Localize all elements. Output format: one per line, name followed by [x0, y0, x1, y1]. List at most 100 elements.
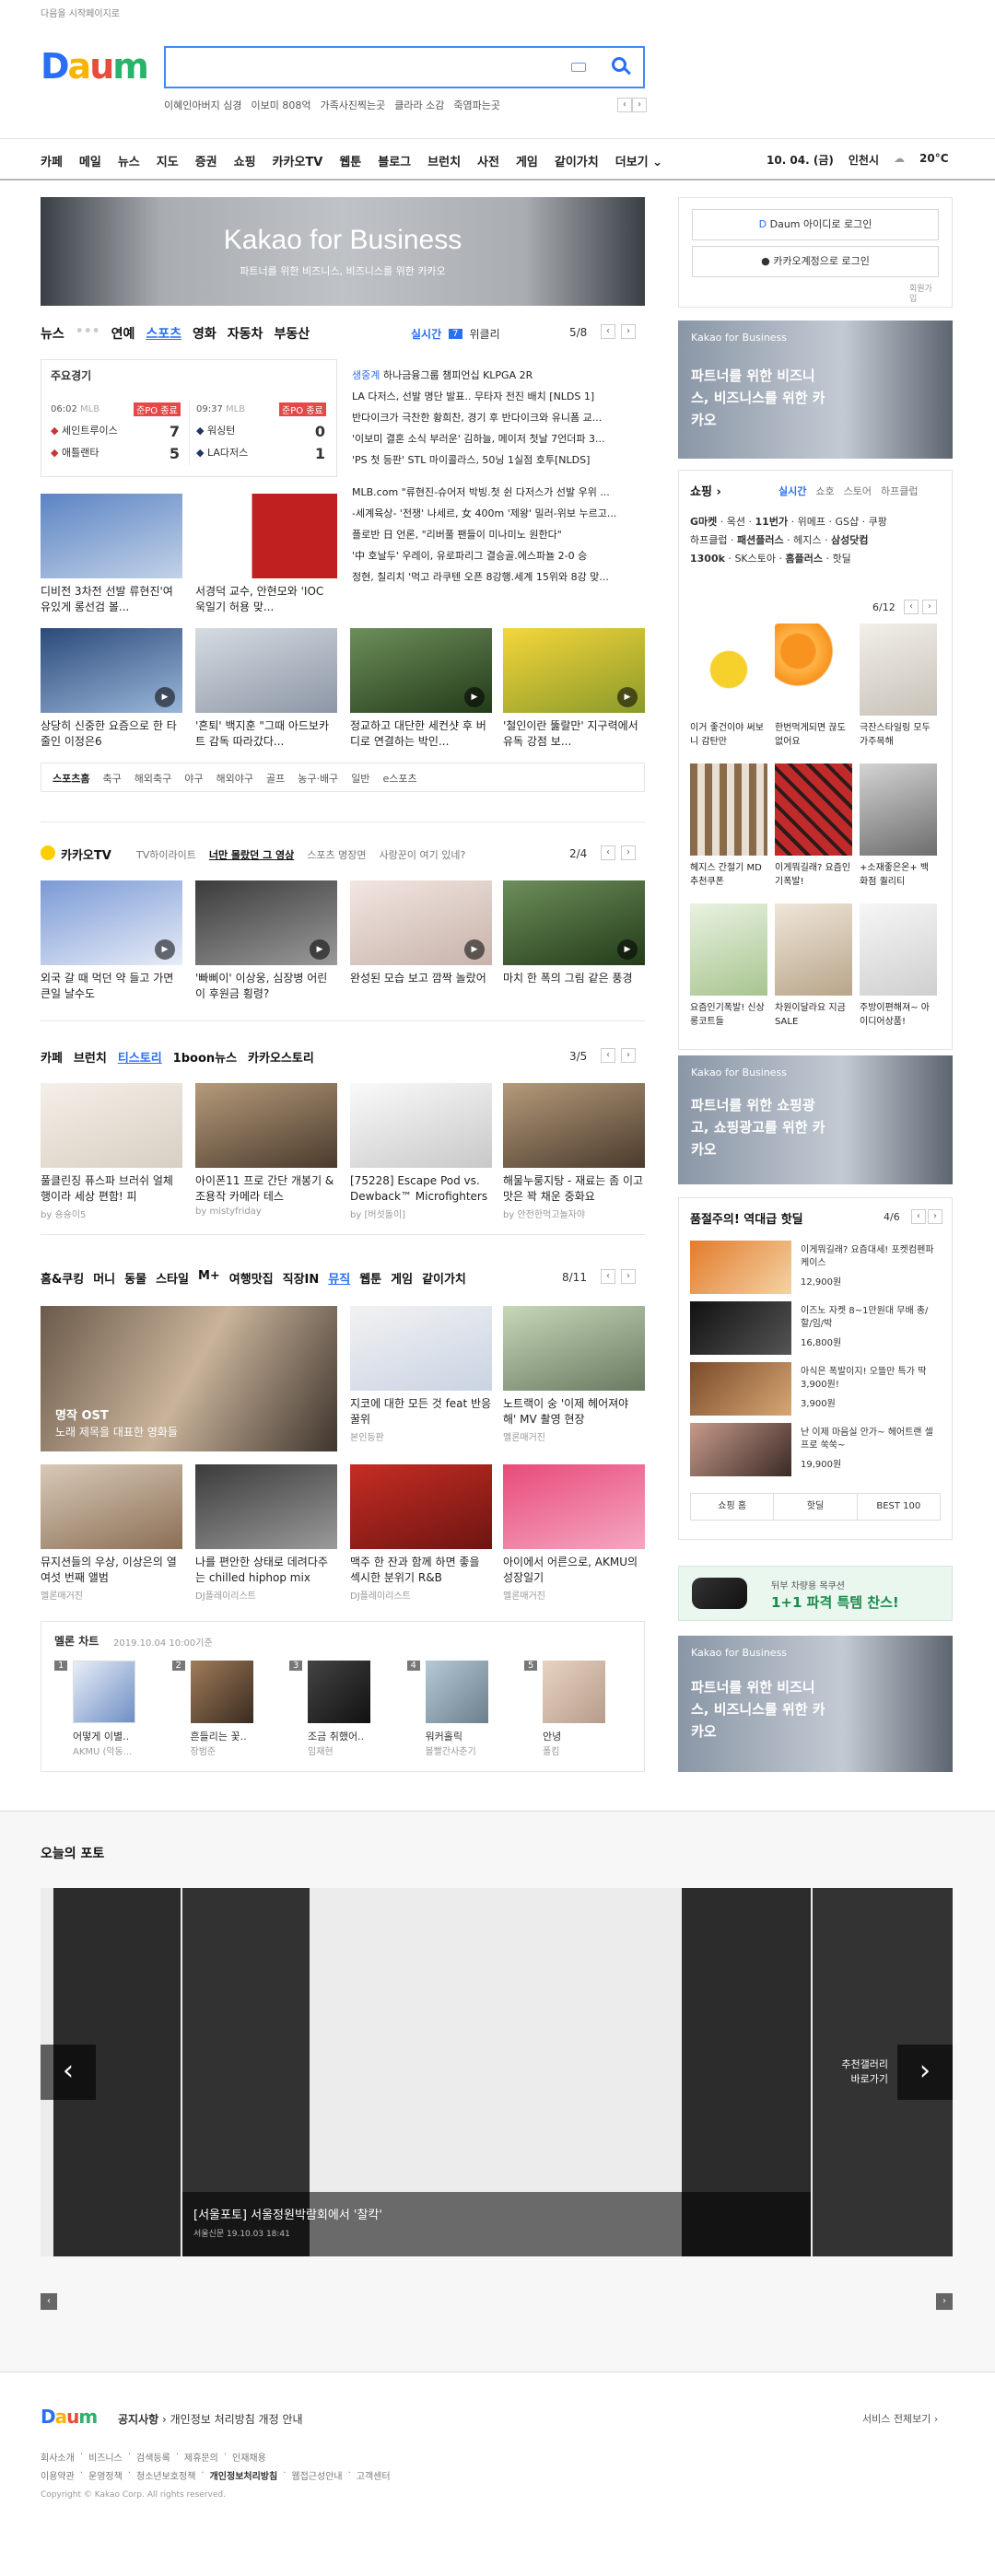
set-home-link[interactable]: 다음을 시작페이지로 [41, 6, 120, 19]
footer-link[interactable]: 이용약관 [41, 2468, 75, 2482]
keyword-prev-button[interactable]: ‹ [617, 98, 632, 112]
news-photo[interactable]: ▶ [503, 628, 645, 713]
shop-link[interactable]: G마켓 [690, 516, 717, 528]
shop-item-caption[interactable]: 요즘인기폭발! 신상롱코트들 [690, 1001, 767, 1032]
home-tab[interactable]: M+ [198, 1269, 220, 1287]
news-photo-caption[interactable]: '철인이란 뚫랄만' 지구력에서 유독 강점 보... [503, 718, 645, 750]
tab-car[interactable]: 자동차 [228, 324, 263, 343]
kakaotv-tab[interactable]: 사랑꾼이 여기 있네? [380, 847, 466, 862]
hotdeal-link[interactable]: 핫딜 [774, 1494, 858, 1520]
footer-link[interactable]: 회사소개 [41, 2450, 75, 2464]
home-tab[interactable]: 홈&쿠킹 [41, 1269, 84, 1287]
footer-link[interactable]: 비즈니스 [88, 2450, 123, 2464]
shop-item-image[interactable] [860, 763, 937, 856]
cafe-thumb[interactable] [503, 1083, 645, 1168]
video-thumb[interactable]: ▶ [195, 880, 337, 965]
music-thumb[interactable] [350, 1306, 492, 1391]
photo-page-next-button[interactable]: › [936, 2293, 953, 2310]
gnb-item[interactable]: 증권 [195, 152, 217, 169]
tab-movie[interactable]: 영화 [193, 324, 217, 343]
sports-link[interactable]: 농구·배구 [298, 771, 338, 785]
tab-kakaostory[interactable]: 카카오스토리 [248, 1048, 314, 1066]
shopping-home-link[interactable]: 쇼핑 홈 [691, 1494, 775, 1520]
right-ad-3[interactable]: Kakao for Business 파트너를 위한 비즈니스, 비즈니스를 위… [678, 1636, 953, 1772]
cafe-next-button[interactable]: › [621, 1048, 636, 1063]
scoreboard[interactable]: 주요경기 06:02 MLB 준PO 종료 ◆ 세인트루이스 7 ◆ 애틀랜타 5 … [41, 359, 337, 477]
shopping-tab[interactable]: 쇼호 [815, 484, 834, 498]
shop-link[interactable]: 옥션 [727, 516, 745, 528]
news-photo[interactable] [41, 494, 182, 578]
video-caption[interactable]: 마치 한 폭의 그림 같은 풍경 [503, 971, 645, 1002]
sports-link[interactable]: 야구 [184, 771, 203, 785]
shop-item-image[interactable] [860, 903, 937, 996]
shop-item-image[interactable] [690, 624, 767, 716]
tab-realestate[interactable]: 부동산 [274, 324, 310, 343]
shop-link[interactable]: 홈플러스 [786, 553, 823, 565]
headline[interactable]: '이보미 결혼 소식 부러운' 김하늘, 메이저 첫날 7언더파 3... [352, 428, 645, 449]
hotdeal-prev-button[interactable]: ‹ [911, 1209, 926, 1224]
shopping-next-button[interactable]: › [922, 600, 937, 614]
footer-link[interactable]: 운영정책 [88, 2468, 123, 2482]
music-feature-card[interactable]: 명작 OST 노래 제목을 대표한 영화들 [41, 1306, 337, 1451]
shop-item-caption[interactable]: 헤지스 간절기 MD추천쿠폰 [690, 861, 767, 892]
hotdeal-image[interactable] [690, 1423, 791, 1476]
kakaotv-tab[interactable]: 너만 몰랐던 그 영상 [209, 847, 294, 862]
news-photo[interactable] [195, 628, 337, 713]
kakaotv-tab[interactable]: TV하이라이트 [136, 847, 196, 862]
shop-item-image[interactable] [860, 624, 937, 716]
cafe-thumb[interactable] [350, 1083, 492, 1168]
shop-item-caption[interactable]: +소재좋은온+ 백화점 퀄리티 [860, 861, 937, 892]
shop-item-image[interactable] [690, 763, 767, 856]
daum-login-button[interactable]: D Daum 아이디로 로그인 [692, 209, 939, 240]
home-tab[interactable]: 웹툰 [359, 1269, 381, 1287]
cafe-caption[interactable]: 해물누룽지탕 - 재료는 좀 이고 맛은 꽉 채운 중화요 [503, 1173, 645, 1205]
gnb-item[interactable]: 블로그 [378, 152, 411, 169]
keyword[interactable]: 이혜인아버지 심경 [164, 98, 241, 112]
gnb-item[interactable]: 쇼핑 [234, 152, 256, 169]
shop-item-image[interactable] [775, 763, 852, 856]
kakaotv-tab[interactable]: 스포츠 명장면 [307, 847, 366, 862]
video-thumb[interactable]: ▶ [350, 880, 492, 965]
chart-item[interactable]: 4 워커홀릭 볼빨간사춘기 [406, 1661, 509, 1757]
promo-banner[interactable]: 뒤부 차량용 목쿠션 1+1 파격 특템 찬스! [678, 1566, 953, 1621]
music-caption[interactable]: 지코에 대한 모든 것 feat 반응 꿀위 [350, 1396, 492, 1428]
cafe-caption[interactable]: 풀클린징 퓨스파 브러쉬 얼체행이라 세상 편함! 피 [41, 1173, 182, 1205]
sports-link[interactable]: 해외야구 [216, 771, 252, 785]
photo-caption[interactable]: [서울포토] 서울정원박람회에서 '찰칵' [193, 2205, 382, 2222]
sports-link[interactable]: e스포츠 [382, 771, 416, 785]
home-tab[interactable]: 게임 [391, 1269, 413, 1287]
news-photo[interactable]: ▶ [41, 628, 182, 713]
footer-link[interactable]: 청소년보호정책 [136, 2468, 195, 2482]
kakaotv-prev-button[interactable]: ‹ [601, 845, 615, 860]
music-caption[interactable]: 뮤지션들의 우상, 이상은의 열여섯 번째 앨범 [41, 1555, 182, 1586]
keyword-next-button[interactable]: › [632, 98, 647, 112]
recommend-gallery-link[interactable]: 추천갤러리 바로가기 [824, 2057, 888, 2087]
home-tab[interactable]: 여행맛집 [229, 1269, 274, 1287]
cafe-thumb[interactable] [41, 1083, 182, 1168]
daum-logo[interactable]: Daum [41, 46, 149, 87]
notice-link[interactable]: 공지사항 › 개인정보 처리방침 개정 안내 [118, 2411, 303, 2427]
shop-item-caption[interactable]: 한번먹게되면 끊도없어요 [775, 721, 852, 752]
hotdeal-caption[interactable]: 아식은 폭발이지! 오뜰만 특가 딱3,900원! [801, 1366, 939, 1392]
news-photo[interactable] [195, 494, 337, 578]
sports-link[interactable]: 스포츠홈 [53, 771, 89, 785]
home-tab[interactable]: 머니 [93, 1269, 115, 1287]
music-thumb[interactable] [195, 1464, 337, 1549]
news-photo-caption[interactable]: 디비전 3차전 선발 류현진'여유있게 롱선검 볼... [41, 584, 182, 615]
shop-item-caption[interactable]: 이거 좋건이야 써보니 감탄만 [690, 721, 767, 752]
kakao-login-button[interactable]: ● 카카오계정으로 로그인 [692, 246, 939, 277]
hotdeal-caption[interactable]: 이게뭐길래? 요즘대세! 포켓컴펜파케이스 [801, 1244, 939, 1270]
shop-link[interactable]: 패션플러스 [737, 534, 784, 546]
shopping-title[interactable]: 쇼핑 › [690, 482, 721, 499]
gnb-item[interactable]: 같이가치 [555, 152, 599, 169]
shop-link[interactable]: GS샵 [835, 516, 859, 528]
shop-link[interactable]: 1300k [690, 553, 725, 565]
headline[interactable]: 'PS 첫 등판' STL 마이콜라스, 50닝 1실점 호투[NLDS] [352, 449, 645, 471]
shop-item-caption[interactable]: 차원이달라요 지금 SALE [775, 1001, 852, 1032]
tab-tistory[interactable]: 티스토리 [118, 1048, 162, 1066]
tab-news[interactable]: 뉴스 [41, 324, 64, 343]
shop-link[interactable]: 핫딜 [832, 553, 850, 565]
right-ad-2[interactable]: Kakao for Business 파트너를 위한 쇼핑광고, 쇼핑광고를 위… [678, 1055, 953, 1184]
chart-item[interactable]: 1 어떻게 이별.. AKMU (악동... [54, 1661, 156, 1757]
shopping-prev-button[interactable]: ‹ [904, 600, 919, 614]
